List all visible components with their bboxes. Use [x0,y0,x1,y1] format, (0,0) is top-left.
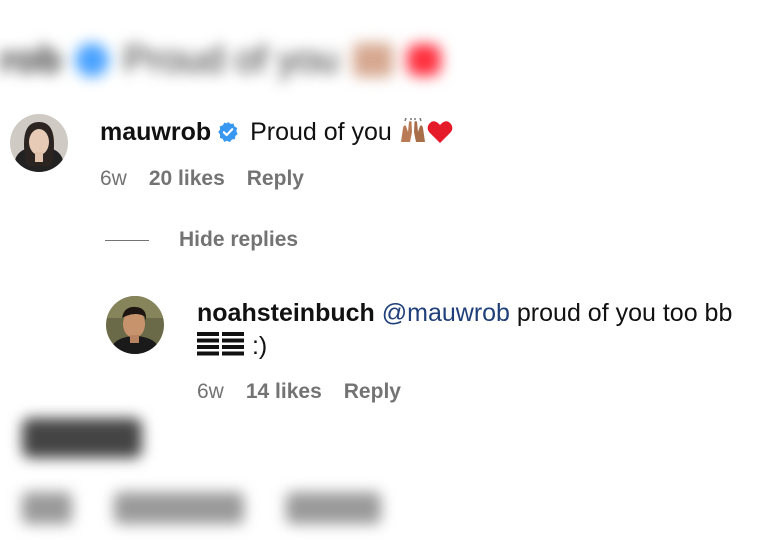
censored-emoji-icon [197,332,245,365]
blurred-next-username [22,418,142,458]
comment-text: Proud of you [250,118,392,146]
comment-meta: 6w 20 likes Reply [100,167,304,191]
comment-reply-button[interactable]: Reply [247,167,304,191]
blurred-username: rob [0,38,62,81]
blurred-previous-comment: rob Proud of you [0,30,441,90]
reply-age: 6w [197,380,224,403]
blurred-comment-text: Proud of you [123,38,339,81]
red-heart-icon [427,120,453,153]
blurred-age: 6w [22,492,72,524]
hide-replies-row[interactable]: Hide replies [105,228,298,252]
comment-body: mauwrob Proud of you [100,116,453,153]
reply-meta: 6w 14 likes Reply [197,380,401,404]
blurred-heart-icon [406,44,441,76]
hide-replies-line [105,239,149,241]
blurred-emoji-icon [352,43,393,77]
comment-age: 6w [100,167,127,190]
blurred-next-meta: 6w likes Reply [22,492,381,524]
reply-body: noahsteinbuch @mauwrob proud of you too … [197,297,767,365]
comment-username[interactable]: mauwrob [100,118,211,146]
blurred-next-comment: 6w likes Reply [22,418,381,524]
blurred-likes: likes [114,492,244,524]
raising-hands-icon [399,117,427,153]
comment-likes[interactable]: 20 likes [149,167,225,191]
reply-username[interactable]: noahsteinbuch [197,299,375,327]
blurred-verified-icon [75,43,110,77]
blurred-reply: Reply [286,492,381,524]
verified-badge-icon [217,119,239,152]
reply-likes[interactable]: 14 likes [246,380,322,404]
hide-replies-button[interactable]: Hide replies [179,228,298,252]
avatar-mauwrob[interactable] [10,114,68,172]
reply-text: proud of you too bb [516,299,733,327]
reply-trailing-text: :) [251,332,268,360]
avatar-noahsteinbuch[interactable] [106,296,164,354]
reply-reply-button[interactable]: Reply [344,380,401,404]
reply-mention[interactable]: @mauwrob [382,299,510,327]
